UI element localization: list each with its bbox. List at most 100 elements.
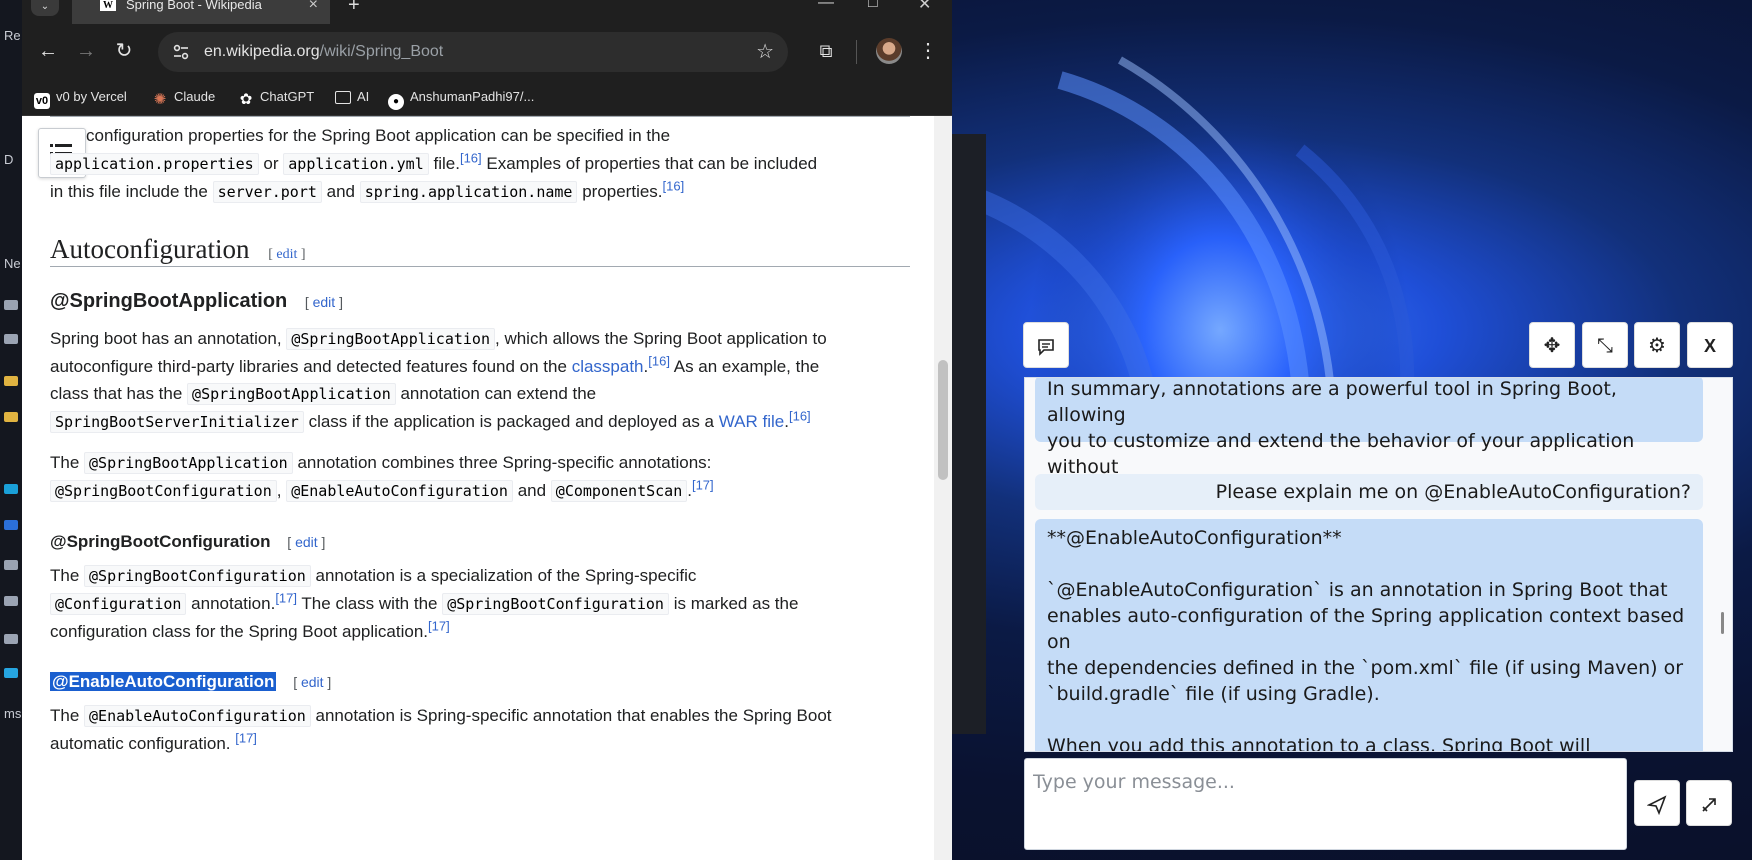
back-icon[interactable]: ← <box>34 38 62 66</box>
user-message: Please explain me on @EnableAutoConfigur… <box>1035 474 1703 510</box>
page-scrollbar[interactable] <box>934 116 952 860</box>
war-file-link[interactable]: WAR file <box>719 412 785 431</box>
edit-section-link[interactable]: [ edit ] <box>305 294 343 310</box>
inline-code: @SpringBootApplication <box>187 383 396 405</box>
site-info-icon[interactable] <box>172 43 190 61</box>
quick-send-button[interactable] <box>1686 780 1732 826</box>
tab-search-button[interactable]: ⌄ <box>31 0 59 16</box>
inline-code: @EnableAutoConfiguration <box>286 480 513 502</box>
profile-avatar[interactable] <box>876 38 902 64</box>
close-chat-button[interactable]: X <box>1687 322 1733 368</box>
edit-section-link[interactable]: [ edit ] <box>293 674 331 690</box>
desktop-label: ms <box>4 706 22 721</box>
heading-springbootconfiguration: @SpringBootConfiguration [ edit ] <box>50 532 326 551</box>
paragraph-config: application.properties or application.ym… <box>50 150 818 203</box>
reference-link[interactable]: [17] <box>275 590 297 605</box>
url-text: en.wikipedia.org/wiki/Spring_Boot <box>204 43 444 60</box>
move-icon: ✥ <box>1543 335 1561 357</box>
chat-message-list[interactable]: In summary, annotations are a powerful t… <box>1024 377 1733 752</box>
folder-icon[interactable] <box>4 376 18 386</box>
drive-icon[interactable] <box>4 634 18 644</box>
tab-title: Spring Boot - Wikipedia <box>126 0 262 12</box>
paragraph-springbootconfiguration: The @SpringBootConfiguration annotation … <box>50 565 799 641</box>
new-tab-icon[interactable]: + <box>348 0 360 17</box>
address-bar[interactable]: en.wikipedia.org/wiki/Spring_Boot ☆ <box>158 32 788 72</box>
bookmark-chatgpt[interactable]: ✿ ChatGPT <box>238 89 314 108</box>
bookmark-star-icon[interactable]: ☆ <box>756 39 774 64</box>
extensions-icon[interactable]: ⧉ <box>812 38 840 66</box>
bookmark-claude[interactable]: ✺ Claude <box>152 89 216 108</box>
inline-code: @SpringBootConfiguration <box>50 480 277 502</box>
wikipedia-article: configuration properties for the Spring … <box>22 116 952 860</box>
assistant-message: **@EnableAutoConfiguration** `@EnableAut… <box>1035 519 1703 751</box>
inline-code: application.properties <box>50 153 259 175</box>
reference-link[interactable]: [17] <box>235 730 257 745</box>
desktop-label: D <box>4 152 14 167</box>
reference-link[interactable]: [16] <box>663 178 685 193</box>
bookmark-v0[interactable]: v0 v0 by Vercel <box>34 89 127 109</box>
inline-code: spring.application.name <box>359 181 578 203</box>
drive-icon[interactable] <box>4 300 18 310</box>
minimize-icon[interactable]: — <box>818 0 834 12</box>
chat-toggle-button[interactable] <box>1023 322 1069 368</box>
heading-springbootapplication: @SpringBootApplication [ edit ] <box>50 290 343 312</box>
classpath-link[interactable]: classpath <box>572 357 644 376</box>
drive-icon[interactable] <box>4 334 18 344</box>
drive-icon[interactable] <box>4 560 18 570</box>
paragraph-annotations-combined: The @SpringBootApplication annotation co… <box>50 452 714 502</box>
app-icon[interactable] <box>4 520 18 530</box>
desktop-icon-strip: Re D Ne ms <box>0 0 24 860</box>
chatgpt-icon: ✿ <box>239 91 253 108</box>
forward-icon[interactable]: → <box>72 38 100 66</box>
browser-window: ⌄ W Spring Boot - Wikipedia × + — □ ✕ ← … <box>22 0 952 860</box>
selected-text[interactable]: @EnableAutoConfiguration <box>50 672 277 691</box>
folder-icon[interactable] <box>4 412 18 422</box>
reference-link[interactable]: [16] <box>460 150 482 165</box>
inline-code: @EnableAutoConfiguration <box>84 705 311 727</box>
inline-code: SpringBootServerInitializer <box>50 411 304 433</box>
maximize-icon[interactable]: □ <box>868 0 878 12</box>
bookmark-ai-folder[interactable]: AI <box>335 89 369 104</box>
scrollbar-thumb[interactable] <box>938 360 948 480</box>
chat-scrollbar[interactable] <box>1721 612 1724 634</box>
settings-button[interactable]: ⚙ <box>1634 322 1680 368</box>
edit-section-link[interactable]: [ edit ] <box>268 247 305 262</box>
message-input-box[interactable] <box>1024 758 1627 850</box>
title-bar: ⌄ W Spring Boot - Wikipedia × + — □ ✕ <box>22 0 952 24</box>
edit-section-link[interactable]: [ edit ] <box>287 534 325 550</box>
browser-tab[interactable]: W Spring Boot - Wikipedia × <box>72 0 330 24</box>
drive-icon[interactable] <box>4 596 18 606</box>
browser-toolbar: ← → ↻ en.wikipedia.org/wiki/Spring_Boot … <box>22 24 952 80</box>
send-icon <box>1646 795 1667 816</box>
reload-icon[interactable]: ↻ <box>110 38 138 66</box>
gear-icon: ⚙ <box>1648 335 1666 357</box>
inline-code: @SpringBootApplication <box>84 452 293 474</box>
collapse-arrows-icon: ⤡ <box>1597 335 1613 357</box>
paragraph-springbootapplication: Spring boot has an annotation, @SpringBo… <box>50 328 827 433</box>
window-close-icon[interactable]: ✕ <box>918 0 931 14</box>
app-icon[interactable] <box>4 668 18 678</box>
move-button[interactable]: ✥ <box>1529 322 1575 368</box>
inline-code: server.port <box>212 181 322 203</box>
v0-icon: v0 <box>34 93 50 109</box>
tab-close-icon[interactable]: × <box>309 0 318 14</box>
reference-link[interactable]: [16] <box>648 353 670 368</box>
desktop-label: Ne <box>4 256 21 271</box>
desktop-label: Re <box>4 28 21 43</box>
send-button[interactable] <box>1634 780 1680 826</box>
reference-link[interactable]: [17] <box>428 618 450 633</box>
message-input[interactable] <box>1033 767 1613 797</box>
toolbar-divider <box>856 40 857 64</box>
reference-link[interactable]: [16] <box>789 408 811 423</box>
reference-link[interactable]: [17] <box>692 477 714 492</box>
chat-bubble-icon <box>1038 338 1054 356</box>
rocket-send-icon <box>1702 798 1716 812</box>
heading-enableautoconfiguration: @EnableAutoConfiguration [ edit ] <box>50 669 910 695</box>
minimize-chat-button[interactable]: ⤡ <box>1582 322 1628 368</box>
paragraph-enableautoconfiguration: The @EnableAutoConfiguration annotation … <box>50 705 832 753</box>
bookmark-github[interactable]: ● AnshumanPadhi97/... <box>388 89 534 110</box>
inline-code: @SpringBootApplication <box>286 328 495 350</box>
app-icon[interactable] <box>4 484 18 494</box>
claude-icon: ✺ <box>153 91 167 108</box>
menu-kebab-icon[interactable]: ⋮ <box>914 38 942 66</box>
